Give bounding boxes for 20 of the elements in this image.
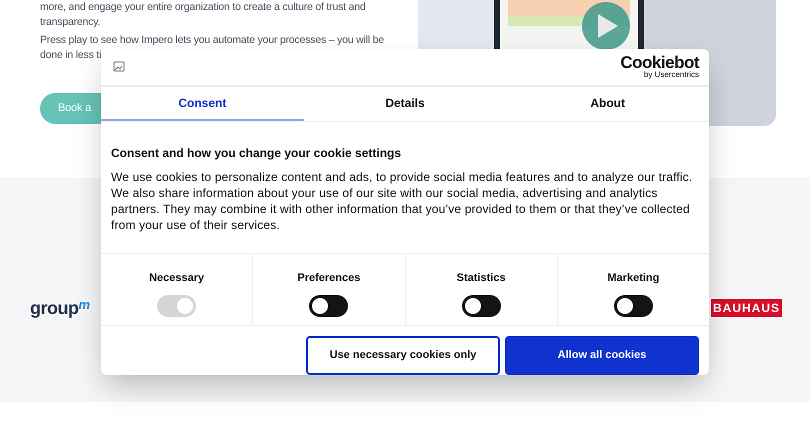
tab[interactable]: Consent: [101, 86, 304, 122]
intro-line: done in less ti: [40, 48, 102, 63]
toggle-label: Preferences: [297, 271, 360, 286]
image-icon: [113, 60, 125, 73]
toggle-label: Necessary: [149, 271, 204, 286]
tab[interactable]: Details: [304, 86, 506, 122]
toggle-switch[interactable]: [462, 294, 501, 317]
cookie-description: We use cookies to personalize content and ads, to provide social media features and to analyze our traffic. We also share information about your use of our site with our social media, advertising and analytics partners. They may combine it with other information that you’ve provided to them or that they’ve collected from your use of their services.: [111, 169, 694, 234]
allow-all-button[interactable]: Allow all cookies: [505, 336, 699, 375]
toggle-switch[interactable]: [614, 294, 653, 317]
necessary-only-button[interactable]: Use necessary cookies only: [306, 336, 500, 375]
cookiebot-logo: Cookiebot by Usercentrics: [620, 54, 699, 80]
dialog-heading: Consent and how you change your cookie settings: [111, 145, 402, 162]
toggle-label: Marketing: [607, 271, 660, 286]
intro-paragraph: more, and engage your entire organization to create a culture of trust and transparency.: [40, 0, 366, 30]
bauhaus-logo: BAUHAUS: [711, 299, 782, 317]
toggle-label: Statistics: [456, 271, 506, 286]
toggle-switch[interactable]: [309, 294, 348, 317]
tab[interactable]: About: [506, 86, 710, 122]
intro-line: Press play to see how Impero lets you automate your processes – you will be: [40, 33, 384, 48]
